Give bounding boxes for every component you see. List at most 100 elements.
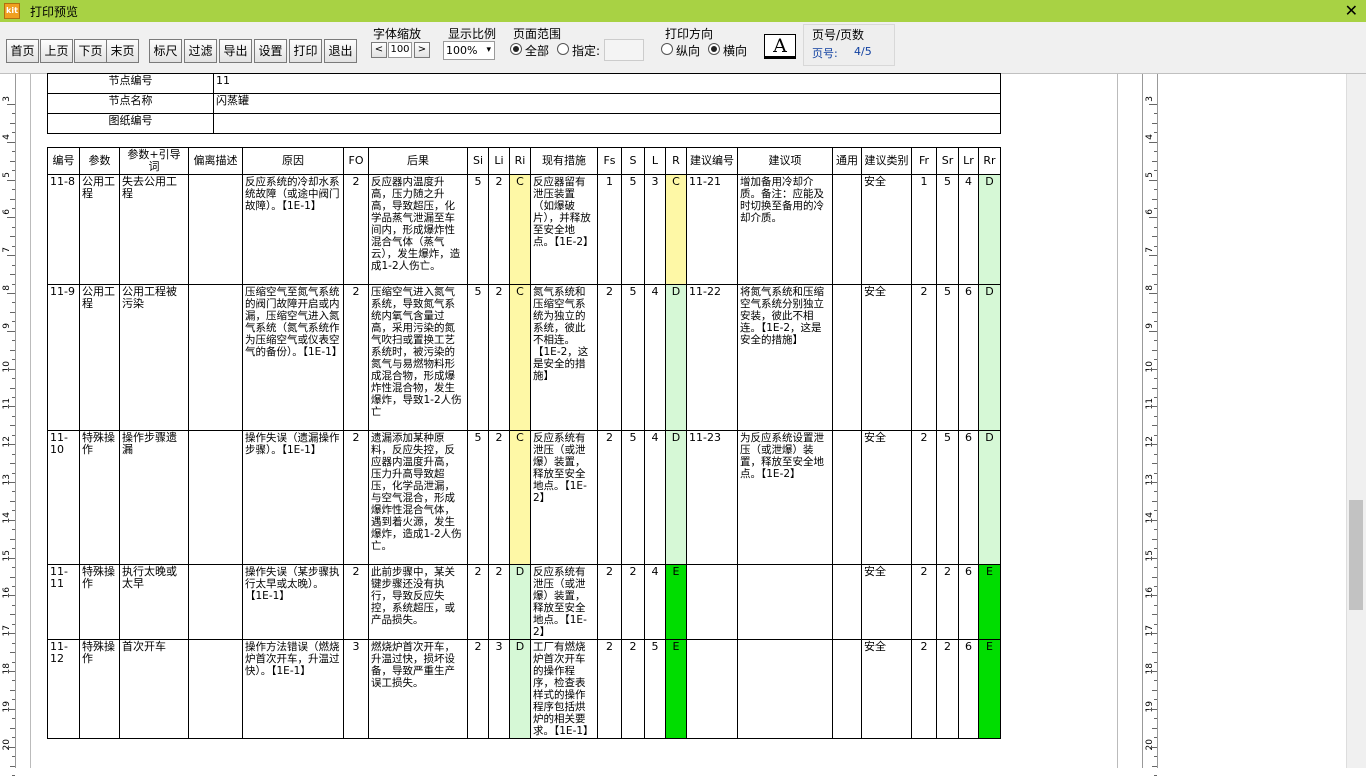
ruler-tick [1154, 604, 1157, 606]
ruler-tick [1152, 765, 1157, 767]
landscape-label: 横向 [723, 44, 748, 58]
table-cell: 此前步骤中，某关键步骤还没有执行，导致反应失控，系统超压，或产品损失。 [368, 564, 468, 640]
table-cell: 5 [644, 639, 666, 739]
ruler-number: 9 [2, 322, 12, 329]
ruler-button[interactable]: 标尺 [149, 39, 182, 63]
ruler-tick [1154, 359, 1157, 361]
table-cell: 2 [936, 639, 959, 739]
ruler-tick [12, 283, 15, 285]
ruler-tick [1154, 113, 1157, 115]
preview-area[interactable]: 3 4 5 6 7 8 9 10 11 12 13 14 15 16 17 18 19 20 3 4 5 6 7 8 9 10 1… [0, 73, 1366, 776]
ruler-tick [12, 642, 15, 644]
table-cell: D [509, 564, 531, 640]
font-scale-decrease-button[interactable]: < [371, 42, 387, 58]
font-scale-input[interactable]: 100 [388, 42, 412, 58]
last-page-button[interactable]: 末页 [106, 39, 139, 63]
next-page-button[interactable]: 下页 [74, 39, 107, 63]
table-cell: 6 [958, 284, 979, 431]
table-cell: 为反应系统设置泄压（或泄爆）装置，释放至安全地点。【1E-2】 [737, 430, 833, 565]
node-info-value [213, 113, 1001, 134]
zoom-select[interactable]: 100% ▾ [443, 41, 495, 60]
ruler-tick [7, 406, 15, 408]
table-cell: 5 [467, 430, 489, 565]
range-specified-radio[interactable] [557, 43, 569, 55]
node-info-table: 节点编号 11 节点名称 闪蒸罐 图纸编号 [47, 73, 1001, 134]
table-cell: 公用工程 [79, 174, 120, 285]
table-cell: 2 [911, 430, 937, 565]
range-all-radio[interactable] [510, 43, 522, 55]
ruler-tick [1154, 642, 1157, 644]
export-button[interactable]: 导出 [219, 39, 252, 63]
table-cell: 燃烧炉首次开车，升温过快，损坏设备，导致严重生产误工损失。 [368, 639, 468, 739]
ruler-number: 19 [2, 700, 12, 713]
ruler-tick [7, 708, 15, 710]
settings-button[interactable]: 设置 [254, 39, 287, 63]
table-cell: 安全 [861, 564, 912, 640]
scrollbar-thumb[interactable] [1349, 500, 1363, 610]
table-cell: 3 [644, 174, 666, 285]
ruler-number: 8 [1145, 285, 1155, 291]
table-cell: 首次开车 [119, 639, 189, 739]
ruler-tick [1149, 217, 1157, 219]
table-cell: 操作步骤遗漏 [119, 430, 189, 565]
ruler-number: 10 [2, 360, 12, 373]
font-icon[interactable]: A [764, 34, 796, 59]
table-cell: C [509, 284, 531, 431]
ruler-tick [10, 311, 15, 313]
ruler-tick [1149, 633, 1157, 635]
table-cell: D [978, 284, 1001, 431]
column-header: 后果 [368, 147, 468, 175]
node-info-row: 节点名称 闪蒸罐 [47, 93, 1001, 114]
portrait-radio[interactable] [661, 43, 673, 55]
column-header: S [621, 147, 645, 175]
column-header: R [665, 147, 687, 175]
vertical-ruler-right: 3 4 5 6 7 8 9 10 11 12 13 14 15 16 17 18 19 20 [1142, 74, 1158, 776]
ruler-tick [12, 680, 15, 682]
ruler-tick [12, 189, 15, 191]
ruler-tick [1154, 756, 1157, 758]
table-cell: 反应系统的冷却水系统故障（或途中阀门故障）。【1E-1】 [242, 174, 344, 285]
close-icon[interactable]: ✕ [1345, 1, 1358, 21]
filter-button[interactable]: 过滤 [184, 39, 217, 63]
ruler-number: 3 [1145, 96, 1155, 102]
column-header: 现有措施 [530, 147, 598, 175]
table-cell: 安全 [861, 174, 912, 285]
prev-page-button[interactable]: 上页 [40, 39, 73, 63]
landscape-radio[interactable] [708, 43, 720, 55]
table-cell: 6 [958, 564, 979, 640]
ruler-tick [12, 699, 15, 701]
table-cell: 2 [621, 564, 645, 640]
range-specified-input[interactable] [604, 39, 644, 61]
column-header: 偏离描述 [188, 147, 243, 175]
ruler-tick [10, 765, 15, 767]
table-cell [737, 564, 833, 640]
ruler-tick [1154, 718, 1157, 720]
ruler-tick [1149, 708, 1157, 710]
column-header: Li [488, 147, 510, 175]
ruler-number: 6 [2, 209, 12, 216]
ruler-tick [1152, 538, 1157, 540]
print-button[interactable]: 打印 [289, 39, 322, 63]
page-info-panel: 页号/页数 页号: 4/5 [803, 24, 895, 66]
table-row: 11-10 特殊操作 操作步骤遗漏 操作失误（遗漏操作步骤）。【1E-1】 2 遗漏添加某… [47, 430, 1001, 565]
hazop-table: 编号 参数 参数+引导词 偏离描述 原因 FO 后果 Si Li Ri 现有措施 Fs S L R 建议编号建… [47, 147, 1001, 739]
table-cell: 公用工程 [79, 284, 120, 431]
exit-button[interactable]: 退出 [324, 39, 357, 63]
page-number-label: 页号: [812, 47, 838, 60]
table-cell: D [509, 639, 531, 739]
ruler-number: 16 [1145, 587, 1155, 599]
first-page-button[interactable]: 首页 [6, 39, 39, 63]
table-cell: 增加备用冷却介质。备注：应能及时切换至备用的冷却介质。 [737, 174, 833, 285]
vertical-ruler-left: 3 4 5 6 7 8 9 10 11 12 13 14 15 16 17 18 19 20 [0, 74, 16, 776]
ruler-tick [1149, 519, 1157, 521]
column-header: FO [343, 147, 369, 175]
font-scale-increase-button[interactable]: > [414, 42, 430, 58]
ruler-tick [10, 160, 15, 162]
ruler-tick [1154, 226, 1157, 228]
ruler-tick [12, 623, 15, 625]
table-cell: 2 [343, 174, 369, 285]
table-cell [832, 174, 862, 285]
vertical-scrollbar[interactable] [1346, 74, 1366, 768]
ruler-tick [7, 595, 15, 597]
page-edge-left [30, 74, 31, 768]
